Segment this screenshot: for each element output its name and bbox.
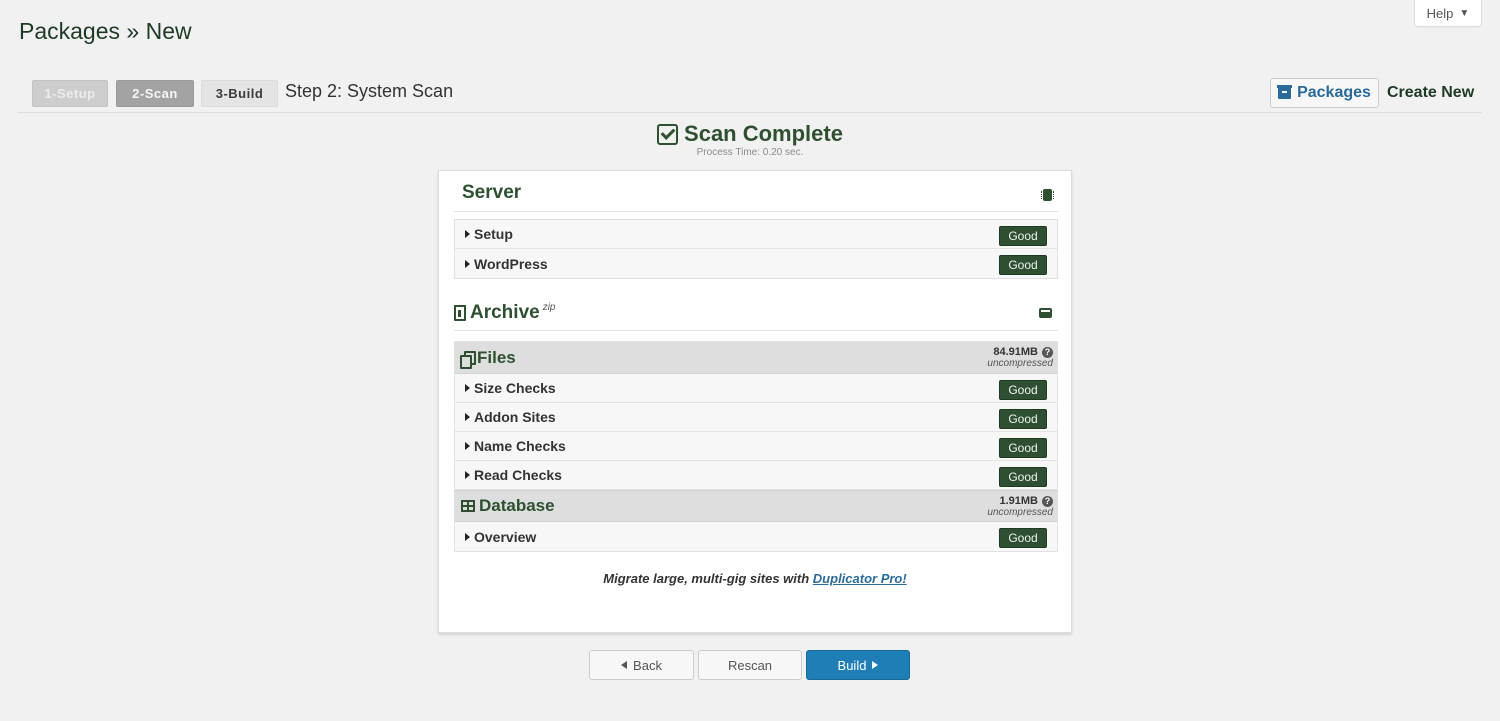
packages-label: Packages <box>1297 84 1371 101</box>
check-label: Addon Sites <box>474 409 556 425</box>
archive-checks-list: Files 84.91MB? uncompressed Size Checks … <box>454 341 1058 552</box>
archive-section-header[interactable]: Archive zip <box>454 296 1058 331</box>
check-row-addon-sites[interactable]: Addon Sites Good <box>455 403 1057 432</box>
scan-title: Scan Complete <box>657 121 843 147</box>
triangle-right-icon <box>465 259 470 268</box>
memory-chip-icon[interactable] <box>1041 189 1054 201</box>
header-divider <box>18 112 1482 113</box>
server-section-header[interactable]: Server <box>454 175 1058 212</box>
scan-status: Scan Complete Process Time: 0.20 sec. <box>0 121 1500 158</box>
create-new-link[interactable]: Create New <box>1387 84 1474 102</box>
step-build: 3-Build <box>201 80 278 107</box>
rescan-button[interactable]: Rescan <box>698 650 802 680</box>
database-title: Database <box>479 496 555 515</box>
database-size: 1.91MB? uncompressed <box>987 495 1053 518</box>
triangle-left-icon <box>621 661 628 669</box>
help-tab-button[interactable]: Help ▼ <box>1414 0 1482 27</box>
database-group-header: Database 1.91MB? uncompressed <box>455 490 1057 522</box>
chevron-down-icon: ▼ <box>1459 7 1470 19</box>
files-title: Files <box>477 347 516 367</box>
archive-title: Archive zip <box>470 302 556 324</box>
status-badge: Good <box>999 528 1047 548</box>
duplicator-pro-link[interactable]: Duplicator Pro! <box>813 571 907 586</box>
status-badge: Good <box>999 255 1047 275</box>
step-caption: Step 2: System Scan <box>285 81 454 101</box>
files-size-note: uncompressed <box>987 358 1053 369</box>
check-label: Size Checks <box>474 380 556 396</box>
build-label: Build <box>837 657 867 673</box>
check-label: Read Checks <box>474 467 562 483</box>
archive-box-icon <box>1277 85 1293 99</box>
check-row-wordpress[interactable]: WordPress Good <box>455 249 1057 278</box>
files-size: 84.91MB? uncompressed <box>987 346 1053 369</box>
question-circle-icon[interactable]: ? <box>1042 346 1053 358</box>
status-badge: Good <box>999 409 1047 429</box>
hard-drive-icon[interactable] <box>1039 308 1052 318</box>
back-button[interactable]: Back <box>589 650 694 680</box>
check-label: Setup <box>474 226 513 242</box>
triangle-right-icon <box>872 661 879 669</box>
promo-message: Migrate large, multi-gig sites with Dupl… <box>439 571 1071 586</box>
copy-files-icon <box>460 350 476 369</box>
scan-results-panel: Server Setup Good WordPress Good Archive… <box>438 170 1072 633</box>
checkbox-checked-icon <box>657 123 679 145</box>
server-title: Server <box>462 182 522 203</box>
check-label: Name Checks <box>474 438 566 454</box>
scan-title-text: Scan Complete <box>684 121 843 146</box>
triangle-right-icon <box>465 442 470 450</box>
triangle-right-icon <box>465 532 470 541</box>
triangle-right-icon <box>465 230 470 238</box>
zip-file-icon <box>454 305 466 321</box>
step-scan: 2-Scan <box>116 80 194 107</box>
database-size-note: uncompressed <box>987 507 1053 518</box>
table-grid-icon <box>461 500 475 512</box>
triangle-right-icon <box>465 384 470 392</box>
promo-text: Migrate large, multi-gig sites with <box>603 571 810 586</box>
page-title: Packages » New <box>19 18 192 44</box>
files-group-header: Files 84.91MB? uncompressed <box>455 342 1057 374</box>
wizard-toolbar: 1-Setup 2-Scan 3-Build Step 2: System Sc… <box>0 78 1500 112</box>
database-size-value: 1.91MB <box>999 495 1038 507</box>
status-badge: Good <box>999 467 1047 487</box>
triangle-right-icon <box>465 413 470 421</box>
triangle-right-icon <box>465 471 470 479</box>
back-label: Back <box>633 657 662 673</box>
rescan-label: Rescan <box>727 657 773 673</box>
files-size-value: 84.91MB <box>993 346 1038 358</box>
check-row-name-checks[interactable]: Name Checks Good <box>455 432 1057 461</box>
check-label: WordPress <box>474 255 548 272</box>
question-circle-icon[interactable]: ? <box>1042 495 1053 507</box>
archive-format: zip <box>542 302 556 313</box>
check-row-size-checks[interactable]: Size Checks Good <box>455 374 1057 403</box>
build-button[interactable]: Build <box>806 650 910 680</box>
status-badge: Good <box>999 226 1047 246</box>
check-label: Overview <box>474 528 537 545</box>
process-time: Process Time: 0.20 sec. <box>696 147 804 158</box>
packages-button[interactable]: Packages <box>1270 78 1379 108</box>
help-label: Help <box>1426 5 1454 21</box>
step-setup: 1-Setup <box>32 80 108 107</box>
status-badge: Good <box>999 438 1047 458</box>
server-checks-list: Setup Good WordPress Good <box>454 219 1058 279</box>
check-row-read-checks[interactable]: Read Checks Good <box>455 461 1057 490</box>
status-badge: Good <box>999 380 1047 400</box>
check-row-overview[interactable]: Overview Good <box>455 522 1057 551</box>
archive-title-text: Archive <box>470 302 540 323</box>
check-row-setup[interactable]: Setup Good <box>455 220 1057 249</box>
